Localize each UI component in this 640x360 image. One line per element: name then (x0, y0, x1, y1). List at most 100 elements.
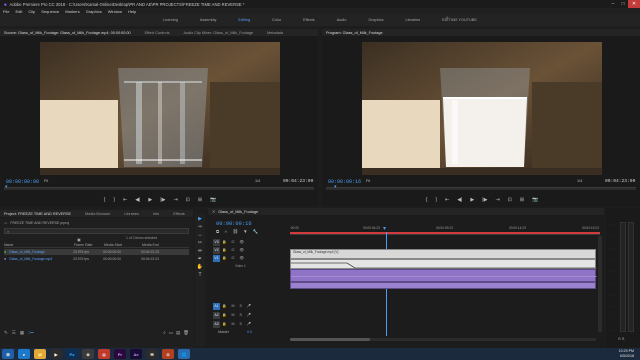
menu-edit[interactable]: Edit (15, 9, 22, 14)
voiceover-icon[interactable]: 🎤 (247, 304, 251, 308)
source-video-frame[interactable] (40, 42, 280, 175)
wrench-icon[interactable]: 🔧 (253, 229, 259, 235)
app-icon-2[interactable]: ⊙ (162, 349, 174, 359)
sync-lock-icon[interactable]: ⊡ (231, 248, 234, 252)
project-search-input[interactable]: ⌕ (4, 228, 189, 234)
overwrite-button[interactable]: ⊞ (520, 197, 524, 203)
marker-icon[interactable]: ▼ (243, 229, 247, 235)
chrome-icon[interactable]: ◎ (98, 349, 110, 359)
lock-icon[interactable]: 🔒 (222, 304, 226, 308)
audio-clip-lower[interactable] (290, 282, 596, 289)
snap-icon[interactable]: ∩ (224, 229, 227, 235)
go-to-out-button[interactable]: ⇥ (173, 197, 177, 203)
sync-lock-icon[interactable]: ⊡ (231, 240, 234, 244)
source-scrub-bar[interactable] (4, 187, 314, 190)
workspace-libraries[interactable]: Libraries (406, 18, 421, 22)
step-forward-button[interactable]: |▶ (160, 197, 165, 203)
sync-lock-icon[interactable]: ⊡ (231, 256, 234, 260)
project-item-row[interactable]: ■ Glass_of_Milk_Footage.mp4 23.976 fps 00:0… (4, 256, 189, 262)
workspace-color[interactable]: Color (272, 18, 281, 22)
close-tab-icon[interactable]: ✕ (212, 209, 215, 214)
lock-icon[interactable]: 🔒 (222, 248, 226, 252)
source-timecode[interactable]: 00:00:00:00 (6, 179, 39, 185)
menu-markers[interactable]: Markers (65, 9, 79, 14)
go-to-in-button[interactable]: ⇤ (445, 197, 449, 203)
timeline-vertical-scrollbar[interactable] (598, 236, 602, 332)
lock-icon[interactable]: 🔒 (222, 322, 226, 326)
master-volume[interactable]: 0.0 (247, 330, 252, 334)
insert-button[interactable]: ⊡ (508, 197, 512, 203)
program-tab-0[interactable]: Program: Glass_of_Milk_Footage (326, 31, 383, 35)
menu-sequence[interactable]: Sequence (41, 9, 59, 14)
mark-out-button[interactable]: } (113, 197, 115, 203)
photoshop-icon[interactable]: Ps (66, 349, 78, 359)
track-target-toggle[interactable]: A3 (213, 320, 220, 328)
workspace-graphics[interactable]: Graphics (368, 18, 383, 22)
zoom-slider[interactable]: ○━ (28, 330, 33, 336)
new-bin-icon[interactable]: ▭ (169, 330, 173, 336)
program-fit-select[interactable]: Fit (366, 179, 370, 183)
maximize-icon[interactable]: □ (618, 0, 628, 8)
video-clip[interactable]: Glass_of_Milk_Footage.mp4 [V] (290, 249, 596, 259)
track-select-tool-icon[interactable]: ⇒ (198, 225, 202, 230)
pen-tool-icon[interactable]: ✒ (198, 257, 202, 262)
timeline-playhead-icon[interactable]: ▾ (383, 225, 386, 232)
export-frame-button[interactable]: 📷 (532, 197, 538, 203)
new-item-icon[interactable]: ▤ (176, 330, 180, 336)
timeline-timecode[interactable]: 00:00:09:16 (216, 221, 252, 227)
linked-select-icon[interactable]: ⛓ (232, 229, 238, 235)
source-tab-2[interactable]: Audio Clip Mixer: Glass_of_Milk_Footage (183, 31, 253, 35)
source-playhead-icon[interactable]: ▾ (5, 184, 8, 190)
ripple-edit-tool-icon[interactable]: ↔ (198, 233, 203, 238)
go-to-out-button[interactable]: ⇥ (495, 197, 499, 203)
workspace-effects[interactable]: Effects (303, 18, 315, 22)
menu-clip[interactable]: Clip (28, 9, 35, 14)
lock-icon[interactable]: 🔒 (222, 313, 226, 317)
column-header-media-end[interactable]: Media End (142, 243, 182, 247)
insert-button[interactable]: ⊡ (186, 197, 190, 203)
workspace-audio[interactable]: Audio (337, 18, 347, 22)
column-header-media-start[interactable]: Media Start (104, 243, 142, 247)
menu-file[interactable]: File (3, 9, 9, 14)
mark-in-button[interactable]: { (426, 197, 428, 203)
menu-help[interactable]: Help (128, 9, 136, 14)
mail-icon[interactable]: ✉ (146, 349, 158, 359)
project-tab-3[interactable]: Info (153, 212, 159, 216)
track-target-toggle[interactable]: A2 (213, 311, 220, 319)
nest-icon[interactable]: ⧉ (216, 229, 219, 235)
new-bin-icon[interactable]: ▣ (77, 237, 81, 242)
project-tab-1[interactable]: Media Browser (85, 212, 110, 216)
hand-tool-icon[interactable]: ✋ (197, 265, 203, 270)
overwrite-button[interactable]: ⊞ (198, 197, 202, 203)
mute-button[interactable]: M (231, 304, 234, 308)
program-resolution-select[interactable]: 1/4 (577, 179, 582, 183)
step-forward-button[interactable]: |▶ (482, 197, 487, 203)
lock-icon[interactable]: 🔒 (222, 256, 226, 260)
source-tab-1[interactable]: Effect Controls (145, 31, 170, 35)
lock-icon[interactable]: 🔒 (222, 240, 226, 244)
clear-icon[interactable]: 🗑 (183, 330, 189, 336)
razor-tool-icon[interactable]: ✂ (198, 241, 202, 246)
ie-icon[interactable]: e (18, 349, 30, 359)
workspace-learning[interactable]: Learning (163, 18, 178, 22)
close-icon[interactable]: ✕ (628, 0, 640, 8)
mute-button[interactable]: M (231, 322, 234, 326)
premiere-icon[interactable]: Pr (114, 349, 126, 359)
program-timecode[interactable]: 00:00:09:16 (328, 179, 361, 185)
go-to-in-button[interactable]: ⇤ (123, 197, 127, 203)
play-button[interactable]: ▶ (148, 197, 152, 203)
track-target-toggle[interactable]: A1 (213, 302, 220, 310)
selection-tool-icon[interactable]: ▶ (198, 217, 202, 222)
solo-button[interactable]: S (239, 322, 241, 326)
source-tab-0[interactable]: Source: Glass_of_Milk_Footage: Glass_of_… (4, 31, 131, 35)
program-scrub-bar[interactable] (326, 187, 636, 190)
type-tool-icon[interactable]: T (198, 273, 201, 278)
timeline-horizontal-scrollbar[interactable] (290, 338, 596, 341)
solo-buttons[interactable]: S S (618, 336, 624, 341)
minimize-icon[interactable]: – (608, 0, 618, 8)
source-tab-3[interactable]: Metadata (267, 31, 283, 35)
column-header-frame-rate[interactable]: Frame Rate (74, 243, 104, 247)
icon-view-icon[interactable]: ▦ (20, 330, 24, 336)
workspaces-more[interactable]: » (446, 15, 449, 20)
step-back-button[interactable]: ◀| (135, 197, 140, 203)
